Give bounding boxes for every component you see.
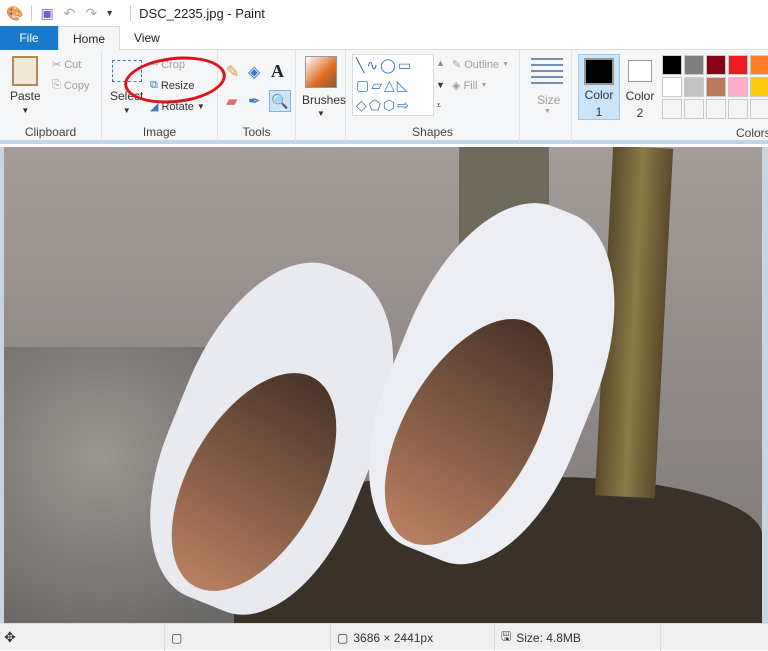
eraser-icon[interactable]: ▰ xyxy=(226,92,238,110)
ribbon-tabs: File Home View xyxy=(0,26,768,50)
paste-label: Paste xyxy=(10,89,41,103)
image-group-label: Image xyxy=(142,125,177,139)
copy-label: Copy xyxy=(63,79,90,92)
color-swatch[interactable] xyxy=(662,77,682,97)
pencil-icon[interactable]: ✎ xyxy=(226,62,239,82)
tools-group-label: Tools xyxy=(242,125,271,139)
cursor-position-icon: ✥ xyxy=(4,629,16,645)
cut-label: Cut xyxy=(64,58,82,71)
color2-label: Color xyxy=(625,89,655,103)
color-swatch[interactable] xyxy=(728,99,748,119)
paint-app-icon[interactable]: 🎨 xyxy=(6,5,23,22)
selection-size-cell: ▢ xyxy=(164,624,330,651)
tab-file[interactable]: File xyxy=(0,26,58,50)
magnifier-icon[interactable]: 🔍 xyxy=(269,90,291,112)
fill-label: Fill xyxy=(463,79,478,92)
color-swatch[interactable] xyxy=(750,77,768,97)
brushes-label: Brushes xyxy=(302,93,347,107)
color1-button[interactable]: Color 1 xyxy=(578,54,620,120)
divider xyxy=(31,5,33,21)
color-swatch[interactable] xyxy=(750,55,768,75)
file-size: Size: 4.8MB xyxy=(516,630,581,645)
window-title: DSC_2235.jpg - Paint xyxy=(139,5,265,21)
selection-size-icon: ▢ xyxy=(171,630,183,645)
copy-button[interactable]: ⎘ Copy xyxy=(52,79,90,92)
outline-icon: ✎ xyxy=(452,59,462,71)
color-swatch[interactable] xyxy=(728,77,748,97)
scroll-up-icon[interactable]: ▲ xyxy=(436,58,445,68)
chevron-down-icon: ▼ xyxy=(122,106,131,115)
file-size-cell: 🖫 Size: 4.8MB xyxy=(494,624,660,651)
color-swatch[interactable] xyxy=(750,99,768,119)
copy-icon: ⎘ xyxy=(52,79,61,91)
ribbon: Paste ▼ ✂ Cut ⎘ Copy Clipboard Select ▼ ⌗ C… xyxy=(0,50,768,144)
outline-label: Outline xyxy=(464,58,500,71)
customize-dropdown-icon[interactable]: ▾ xyxy=(107,8,112,19)
color-swatch[interactable] xyxy=(706,77,726,97)
color1-label: Color xyxy=(584,88,614,102)
brushes-group[interactable]: Brushes ▼ xyxy=(296,50,346,142)
divider xyxy=(130,5,132,21)
fill-button[interactable]: ◈ Fill ▼ xyxy=(452,79,488,93)
color-swatch[interactable] xyxy=(662,99,682,119)
image-canvas[interactable] xyxy=(4,147,762,623)
color-picker-icon[interactable]: ✒ xyxy=(248,92,261,110)
undo-icon[interactable]: ↶ xyxy=(64,5,76,22)
line-size-icon xyxy=(531,58,563,84)
colors-group-label: Colors xyxy=(736,126,768,140)
save-icon[interactable]: ▣ xyxy=(40,5,53,22)
color-swatch[interactable] xyxy=(684,99,704,119)
chevron-down-icon: ▼ xyxy=(196,102,205,111)
image-dimensions: 3686 × 2441px xyxy=(353,630,434,645)
color1-swatch xyxy=(584,58,614,85)
brush-icon xyxy=(305,56,337,88)
redo-icon[interactable]: ↷ xyxy=(85,5,97,22)
chevron-down-icon: ▼ xyxy=(502,61,510,68)
tab-home[interactable]: Home xyxy=(58,26,121,50)
color-swatch[interactable] xyxy=(706,55,726,75)
chevron-down-icon: ▼ xyxy=(544,108,551,115)
clipboard-icon xyxy=(12,56,39,86)
scissors-icon: ✂ xyxy=(52,59,62,71)
disk-icon: 🖫 xyxy=(501,629,512,643)
image-size-icon: ▢ xyxy=(337,630,349,645)
fill-icon: ◈ xyxy=(452,80,461,92)
shapes-group-label: Shapes xyxy=(412,125,453,139)
color2-button[interactable]: Color 2 xyxy=(622,54,658,120)
size-group[interactable]: Size ▼ xyxy=(520,50,572,142)
text-icon[interactable]: A xyxy=(271,61,284,82)
outline-button[interactable]: ✎ Outline ▼ xyxy=(452,58,510,72)
color2-swatch xyxy=(628,60,652,82)
color1-number: 1 xyxy=(595,105,603,119)
canvas-area xyxy=(0,147,768,623)
clipboard-group-label: Clipboard xyxy=(24,125,77,139)
color-swatch[interactable] xyxy=(706,99,726,119)
color2-number: 2 xyxy=(636,106,644,120)
color-swatch[interactable] xyxy=(684,77,704,97)
tools-group: ✎ ◈ A ▰ ✒ 🔍 Tools xyxy=(218,50,296,142)
chevron-down-icon: ▼ xyxy=(480,82,488,89)
title-bar: 🎨 ▣ ↶ ↷ ▾ DSC_2235.jpg - Paint xyxy=(0,0,768,26)
expand-gallery-icon[interactable]: ⩡ xyxy=(436,100,441,111)
fill-bucket-icon[interactable]: ◈ xyxy=(248,62,260,82)
color-swatch[interactable] xyxy=(684,55,704,75)
size-label: Size xyxy=(537,93,561,107)
status-bar: ✥ ▢ ▢ 3686 × 2441px 🖫 Size: 4.8MB xyxy=(0,623,768,651)
paste-button[interactable]: Paste ▼ xyxy=(10,56,41,115)
shapes-group: ╲∿◯▭ ▢▱△◺ ◇⬠⬡⇨ ▲ ▼ ⩡ ✎ Outline ▼ ◈ Fill ▼ Shap… xyxy=(346,50,520,142)
shapes-gallery[interactable]: ╲∿◯▭ ▢▱△◺ ◇⬠⬡⇨ xyxy=(352,54,434,116)
chevron-down-icon: ▼ xyxy=(317,109,325,118)
image-dimensions-cell: ▢ 3686 × 2441px xyxy=(330,624,494,651)
cut-button[interactable]: ✂ Cut xyxy=(52,58,82,72)
color-swatch[interactable] xyxy=(728,55,748,75)
color-swatch[interactable] xyxy=(662,55,682,75)
clipboard-group: Paste ▼ ✂ Cut ⎘ Copy Clipboard xyxy=(0,50,102,142)
chevron-down-icon: ▼ xyxy=(21,106,30,115)
tab-view[interactable]: View xyxy=(120,26,174,50)
zoom-cell xyxy=(660,624,768,651)
scroll-down-icon[interactable]: ▼ xyxy=(436,80,445,90)
